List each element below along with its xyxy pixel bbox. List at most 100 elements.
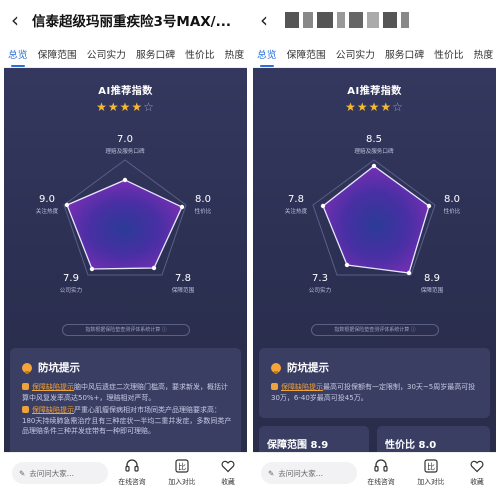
warning-icon xyxy=(22,383,29,390)
radar-label-left: 9.0 关注热度 xyxy=(30,194,64,215)
tip-tag[interactable]: 保障缺陷提示 xyxy=(32,383,74,391)
tips-card: 防坑提示 保障缺陷提示脑中风后遗症二次理赔门槛高，要求新发，概括计算中风复发率高… xyxy=(10,348,241,456)
radar-value: 8.0 xyxy=(444,194,460,205)
svg-text:比: 比 xyxy=(178,462,186,472)
radar-point xyxy=(344,262,350,268)
radar-label-left: 7.8 关注热度 xyxy=(279,194,313,215)
radar-point xyxy=(89,266,95,272)
ask-placeholder: 去问问大家... xyxy=(278,468,323,478)
tab-company[interactable]: 公司实力 xyxy=(87,47,126,61)
favorite-label: 收藏 xyxy=(470,478,484,486)
tip-tag[interactable]: 保障缺陷提示 xyxy=(281,383,323,391)
compare-button[interactable]: 比 加入对比 xyxy=(164,458,200,486)
radar-name: 性价比 xyxy=(194,209,212,215)
tips-title: 防坑提示 xyxy=(22,360,80,375)
radar-label-top: 8.5 理赔及服务口碑 xyxy=(344,134,404,155)
tab-popularity[interactable]: 热度 xyxy=(225,47,245,61)
score-panel: AI推荐指数 ★★★★☆ xyxy=(4,68,247,458)
tab-overview[interactable]: 总览 xyxy=(8,47,28,67)
ask-input[interactable]: ✎ 去问问大家... xyxy=(12,462,108,484)
radar-name: 关注热度 xyxy=(35,209,59,215)
heart-icon xyxy=(470,460,484,473)
radar-name: 公司实力 xyxy=(308,288,332,294)
radar-label-right: 8.0 性价比 xyxy=(437,194,467,215)
radar-area xyxy=(67,180,182,269)
back-arrow-icon[interactable]: ‹ xyxy=(4,0,26,40)
warning-icon xyxy=(271,383,278,390)
edit-icon: ✎ xyxy=(268,468,275,478)
ask-input[interactable]: ✎ 去问问大家... xyxy=(261,462,357,484)
edit-icon: ✎ xyxy=(19,468,26,478)
radar-value: 7.9 xyxy=(63,273,79,284)
radar-value: 9.0 xyxy=(39,194,55,205)
compare-icon: 比 xyxy=(175,459,189,473)
radar-point xyxy=(371,163,377,169)
tab-company[interactable]: 公司实力 xyxy=(336,47,375,61)
radar-name: 理赔及服务口碑 xyxy=(354,149,394,155)
radar-value: 8.9 xyxy=(424,273,440,284)
radar-name: 保障范围 xyxy=(171,288,195,294)
lightbulb-icon xyxy=(22,362,32,374)
radar-label-bottom-left: 7.9 公司实力 xyxy=(54,273,88,294)
lightbulb-icon xyxy=(271,362,281,374)
top-bar: ‹ 信泰超级玛丽重疾险3号MAX/... xyxy=(4,0,247,40)
radar-value: 7.8 xyxy=(175,273,191,284)
radar-point xyxy=(320,203,326,209)
tab-overview[interactable]: 总览 xyxy=(257,47,277,67)
radar-name: 保障范围 xyxy=(420,288,444,294)
favorite-button[interactable]: 收藏 xyxy=(459,458,495,486)
tab-value[interactable]: 性价比 xyxy=(185,47,214,61)
headset-icon xyxy=(125,459,139,472)
radar-value: 7.8 xyxy=(288,194,304,205)
tab-reputation[interactable]: 服务口碑 xyxy=(136,47,175,61)
radar-name: 性价比 xyxy=(443,209,461,215)
radar-area xyxy=(323,166,429,273)
tip-item: 保障缺陷提示脑中风后遗症二次理赔门槛高，要求新发，概括计算中风复发率高达50%+… xyxy=(22,382,233,403)
tips-title-text: 防坑提示 xyxy=(38,362,80,374)
heart-icon xyxy=(221,460,235,473)
tips-title: 防坑提示 xyxy=(271,360,329,375)
tab-reputation[interactable]: 服务口碑 xyxy=(385,47,424,61)
tip-tag[interactable]: 保障缺陷提示 xyxy=(32,406,74,414)
compare-label: 加入对比 xyxy=(417,478,445,486)
tab-coverage[interactable]: 保障范围 xyxy=(38,47,77,61)
tab-value[interactable]: 性价比 xyxy=(434,47,463,61)
favorite-button[interactable]: 收藏 xyxy=(210,458,246,486)
radar-label-bottom-right: 7.8 保障范围 xyxy=(166,273,200,294)
radar-label-right: 8.0 性价比 xyxy=(188,194,218,215)
radar-value: 7.0 xyxy=(117,134,133,145)
radar-chart xyxy=(312,159,436,276)
compare-button[interactable]: 比 加入对比 xyxy=(413,458,449,486)
radar-point xyxy=(64,202,70,208)
consult-label: 在线咨询 xyxy=(118,478,146,486)
tip-item: 保障缺陷提示最高可投保额有一定限制，30天~5周岁最高可投30万，6-40岁最高… xyxy=(271,382,482,403)
back-arrow-icon[interactable]: ‹ xyxy=(253,0,275,40)
ask-placeholder: 去问问大家... xyxy=(29,468,74,478)
compare-icon: 比 xyxy=(424,459,438,473)
radar-point xyxy=(122,177,128,183)
tip-item: 保障缺陷提示严重心肌瘤保病相对市场同类产品理赔要求高：180天持续肺急需治疗且有… xyxy=(22,405,233,437)
consult-button[interactable]: 在线咨询 xyxy=(114,458,150,486)
tab-coverage[interactable]: 保障范围 xyxy=(287,47,326,61)
radar-point xyxy=(426,203,432,209)
radar-point xyxy=(179,204,185,210)
radar-name: 公司实力 xyxy=(59,288,83,294)
page-title: 信泰超级玛丽重疾险3号MAX/... xyxy=(32,14,231,30)
score-note[interactable]: 指数根据保险垫查测评体系统计算 ⓘ xyxy=(62,324,190,336)
score-note[interactable]: 指数根据保险垫查测评体系统计算 ⓘ xyxy=(311,324,439,336)
radar-chart xyxy=(63,159,187,276)
svg-text:比: 比 xyxy=(427,462,435,472)
radar-name: 理赔及服务口碑 xyxy=(105,149,145,155)
radar-value: 8.5 xyxy=(366,134,382,145)
radar-value: 7.3 xyxy=(312,273,328,284)
compare-label: 加入对比 xyxy=(168,478,196,486)
radar-point xyxy=(406,270,412,276)
radar-label-bottom-left: 7.3 公司实力 xyxy=(303,273,337,294)
censored-title xyxy=(285,12,409,28)
radar-label-top: 7.0 理赔及服务口碑 xyxy=(95,134,155,155)
consult-button[interactable]: 在线咨询 xyxy=(363,458,399,486)
radar-point xyxy=(151,265,157,271)
tab-popularity[interactable]: 热度 xyxy=(474,47,494,61)
right-screen: ‹ 总览 保障范围 公司实力 服务口碑 性价比 热度 AI推荐指数 ★★★★☆ xyxy=(253,0,496,495)
tab-bar: 总览 保障范围 公司实力 服务口碑 性价比 热度 xyxy=(253,40,496,68)
